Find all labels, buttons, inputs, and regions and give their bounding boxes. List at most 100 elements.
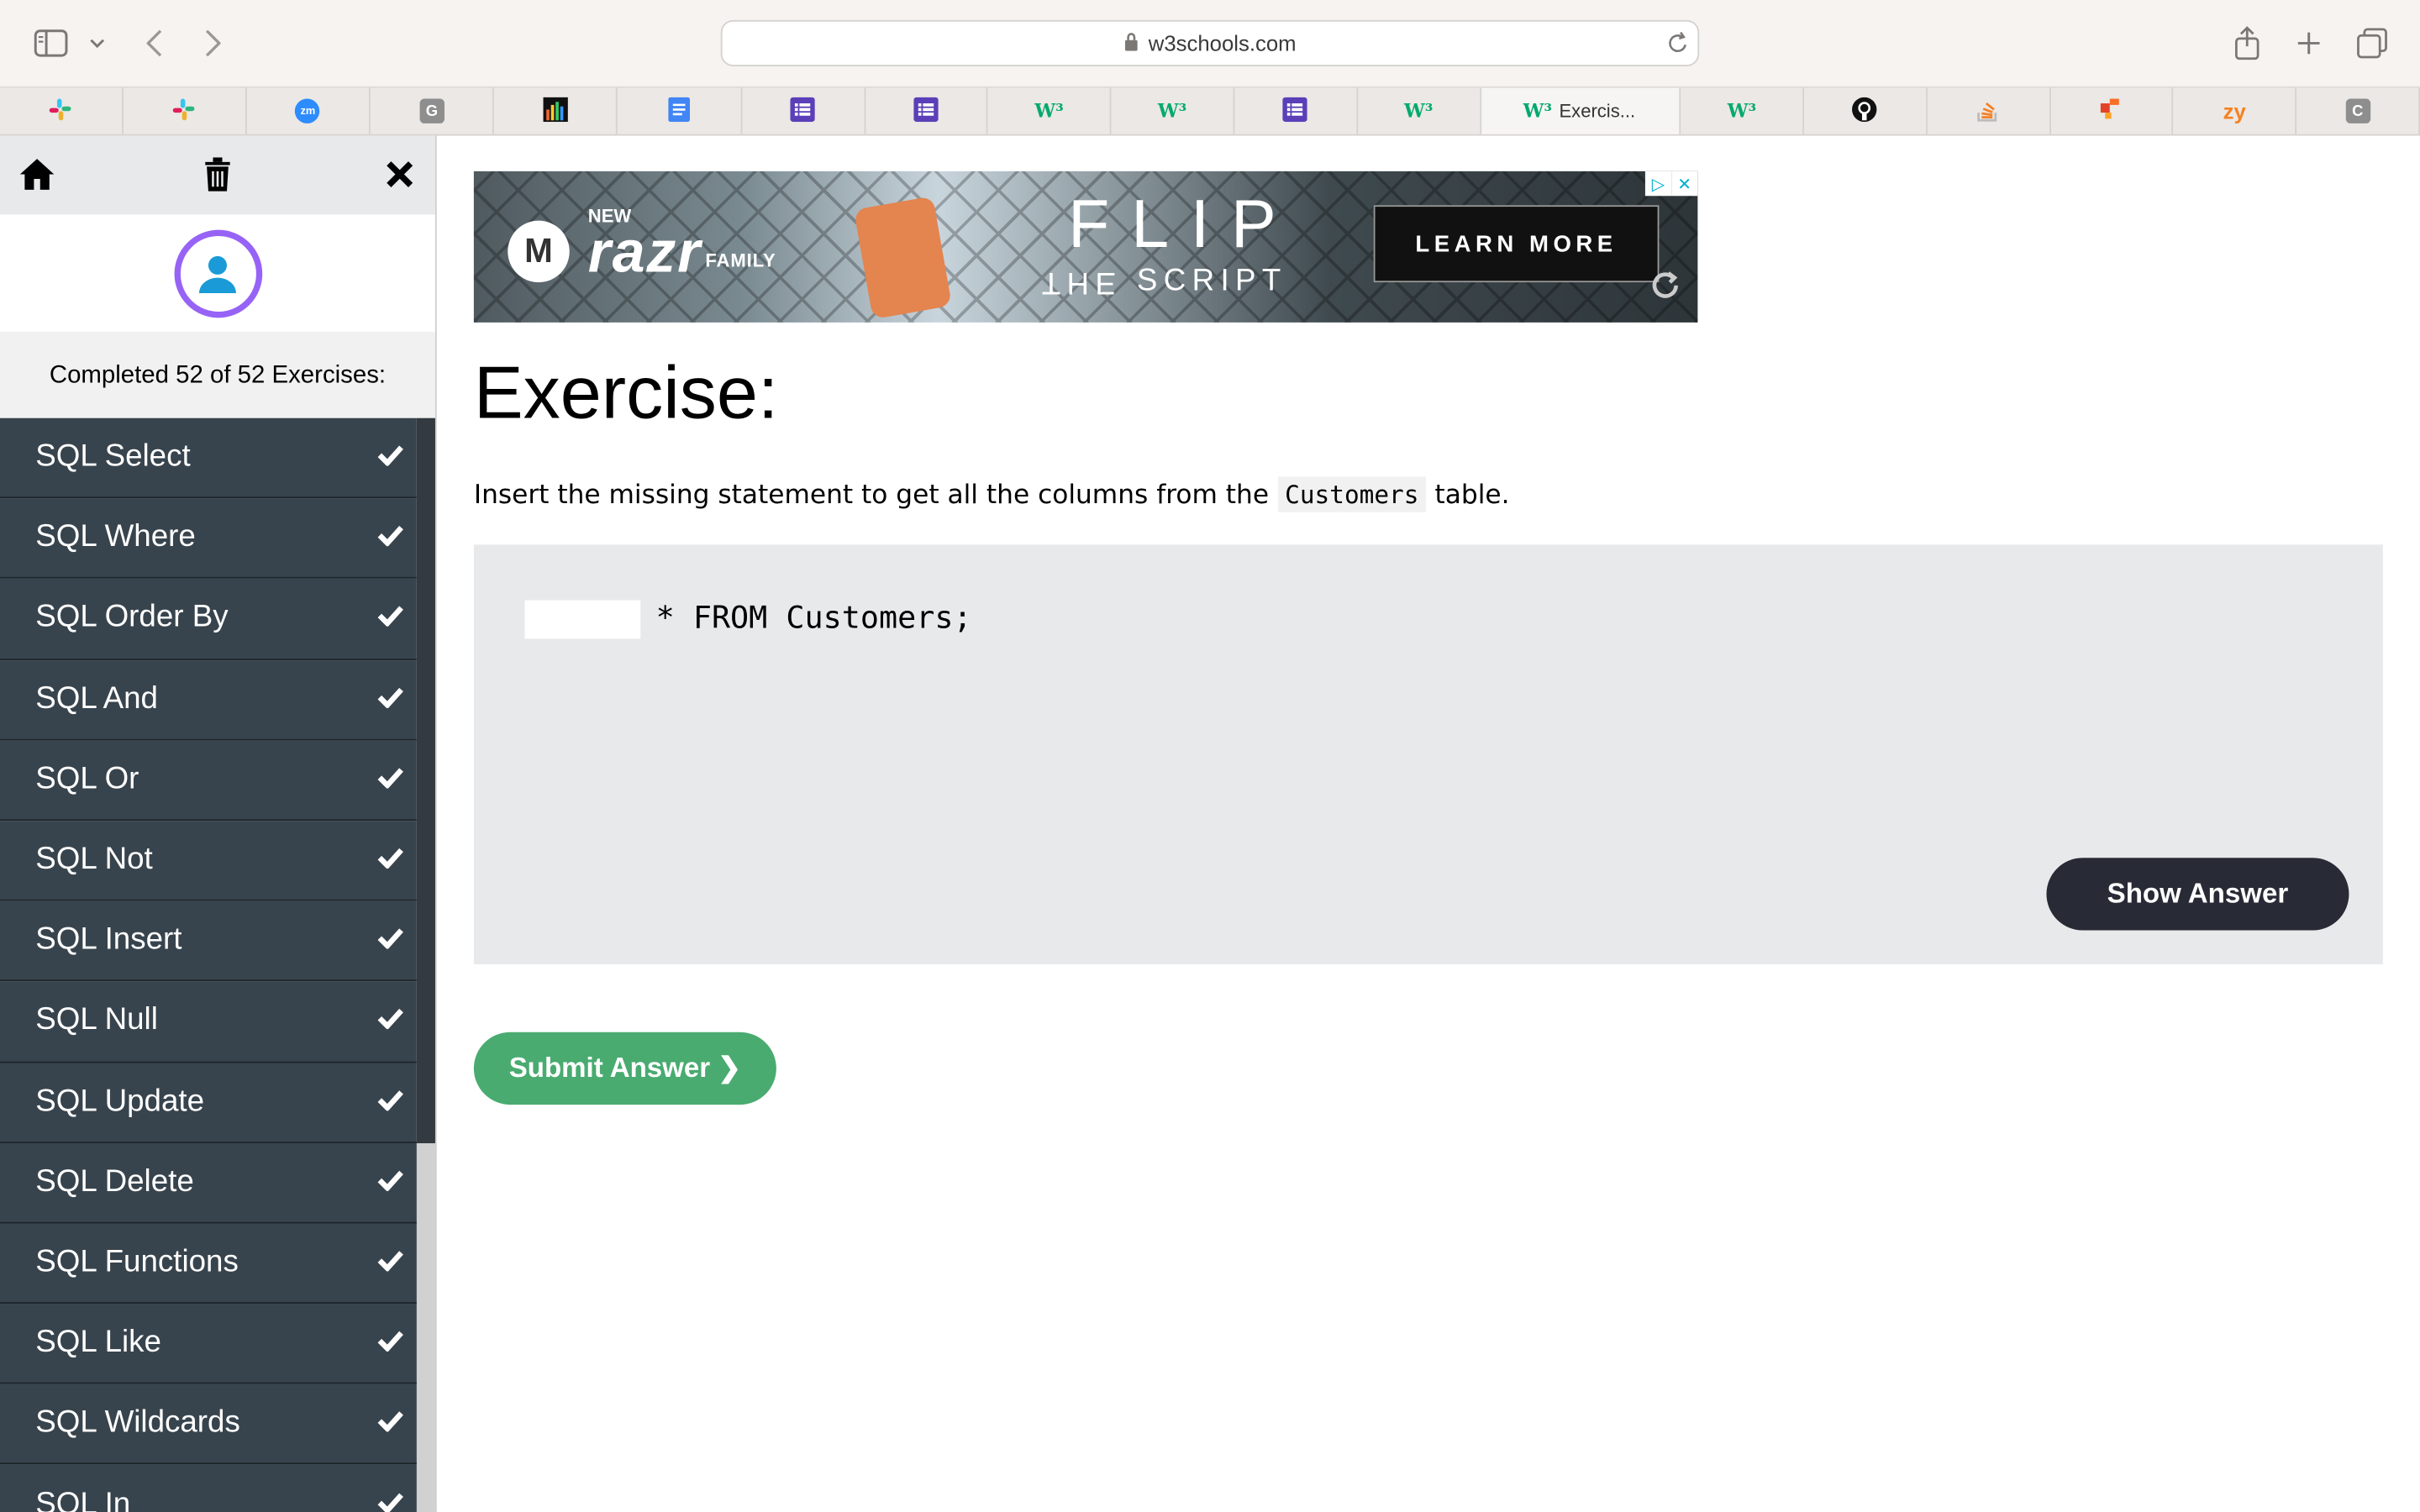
sidebar-item-sql-insert[interactable]: SQL Insert <box>0 900 417 982</box>
new-tab-icon[interactable] <box>2291 24 2328 61</box>
sidebar-item-label: SQL Select <box>35 439 191 475</box>
address-bar[interactable]: w3schools.com <box>720 19 1700 66</box>
zoom-icon: zm <box>295 98 321 123</box>
scrollbar-thumb[interactable] <box>416 417 435 1143</box>
w3schools-icon: W³ <box>1404 100 1434 123</box>
sidebar-item-sql-not[interactable]: SQL Not <box>0 821 417 901</box>
slack-icon <box>171 97 196 126</box>
sidebar-item-label: SQL Null <box>35 1003 158 1038</box>
tab-c[interactable]: C <box>2296 87 2420 134</box>
sidebar-item-sql-update[interactable]: SQL Update <box>0 1062 417 1143</box>
code-box: * FROM Customers; Show Answer <box>473 544 2383 964</box>
tab-w3-4[interactable]: W³ <box>1681 87 1805 134</box>
sidebar-item-sql-and[interactable]: SQL And <box>0 659 417 741</box>
check-icon <box>376 1004 404 1039</box>
sidebar-item-label: SQL Like <box>35 1326 161 1360</box>
browser-toolbar: w3schools.com <box>0 0 2420 88</box>
exercise-title: Exercise: <box>473 353 779 435</box>
sidebar-item-label: SQL Not <box>35 842 153 877</box>
back-icon[interactable] <box>139 24 170 61</box>
w3schools-icon: W³ <box>1157 100 1187 123</box>
ad-family-label: FAMILY <box>705 249 776 272</box>
reload-icon[interactable] <box>1667 31 1689 60</box>
forward-icon[interactable] <box>197 24 229 61</box>
ad-subline: THE SCRIPT <box>1042 264 1287 299</box>
tab-stackoverflow[interactable] <box>1928 87 2051 134</box>
sidebar-item-label: SQL In <box>35 1486 131 1512</box>
share-icon[interactable] <box>2228 22 2265 65</box>
tab-w3-3[interactable]: W³ <box>1358 87 1481 134</box>
ad-subline-text: SCRIPT <box>1136 264 1287 298</box>
sidebar-item-label: SQL Order By <box>35 601 229 635</box>
description-text-end: table. <box>1426 480 1510 511</box>
tab-github[interactable] <box>1804 87 1928 134</box>
tab-docs[interactable] <box>618 87 743 134</box>
show-answer-button[interactable]: Show Answer <box>2046 858 2349 931</box>
ad-headline: FLIP <box>1067 186 1298 263</box>
tab-slack-2[interactable] <box>124 87 247 134</box>
chevron-down-icon[interactable] <box>83 28 111 59</box>
tab-slack-1[interactable] <box>0 87 124 134</box>
main-content: M NEW razr FAMILY FLIP THE SCRIPT LEARN … <box>436 135 2420 1512</box>
tab-list-1[interactable] <box>742 87 865 134</box>
sidebar-item-label: SQL And <box>35 681 158 716</box>
user-icon <box>198 255 237 293</box>
check-icon <box>376 601 404 636</box>
ad-choices-icon[interactable]: ▷ <box>1644 171 1672 197</box>
tab-gitlab[interactable] <box>2050 87 2174 134</box>
tab-w3-1[interactable]: W³ <box>988 87 1112 134</box>
check-icon <box>376 681 404 717</box>
w3schools-icon: W³ <box>1034 100 1064 123</box>
sidebar-item-sql-wildcards[interactable]: SQL Wildcards <box>0 1383 417 1465</box>
description-text: Insert the missing statement to get all … <box>473 480 1277 511</box>
tab-exercise-active[interactable]: W³ Exercis... <box>1481 87 1681 134</box>
tab-zy[interactable]: zy <box>2174 87 2297 134</box>
check-icon <box>376 923 404 958</box>
avatar-area <box>0 214 435 332</box>
ad-learn-more-button[interactable]: LEARN MORE <box>1373 205 1660 283</box>
tab-list-2[interactable] <box>865 87 989 134</box>
tab-g[interactable]: G <box>371 87 495 134</box>
sidebar-item-sql-like[interactable]: SQL Like <box>0 1304 417 1384</box>
gitlab-icon <box>2100 97 2123 124</box>
tab-list-3[interactable] <box>1234 87 1358 134</box>
tab-w3-2[interactable]: W³ <box>1112 87 1235 134</box>
close-icon[interactable] <box>380 155 420 195</box>
tab-title: Exercis... <box>1559 100 1636 123</box>
sidebar-item-sql-in[interactable]: SQL In <box>0 1464 417 1512</box>
sidebar-item-sql-functions[interactable]: SQL Functions <box>0 1223 417 1305</box>
ad-refresh-icon <box>1649 269 1682 311</box>
ad-banner[interactable]: M NEW razr FAMILY FLIP THE SCRIPT LEARN … <box>473 171 1698 323</box>
sidebar-item-sql-where[interactable]: SQL Where <box>0 498 417 580</box>
tab-overview-icon[interactable] <box>2352 24 2392 61</box>
zy-icon: zy <box>2223 98 2246 123</box>
avatar[interactable] <box>173 228 262 318</box>
check-icon <box>376 1084 404 1119</box>
bar-chart-icon <box>542 96 568 126</box>
ad-close-icon[interactable]: ✕ <box>1671 171 1698 197</box>
check-icon <box>376 1245 404 1280</box>
sidebar-item-label: SQL Where <box>35 520 196 554</box>
sidebar-item-sql-delete[interactable]: SQL Delete <box>0 1142 417 1224</box>
sidebar-item-label: SQL Or <box>35 762 139 796</box>
check-icon <box>376 843 404 878</box>
ad-brand: razr <box>587 220 702 286</box>
list-doc-icon <box>1282 96 1308 126</box>
sidebar-item-label: SQL Update <box>35 1084 205 1118</box>
ad-choices[interactable]: ▷ ✕ <box>1644 171 1698 197</box>
w3schools-icon: W³ <box>1727 100 1757 123</box>
answer-input[interactable] <box>524 600 641 639</box>
sidebar-toggle-icon[interactable] <box>31 24 71 61</box>
submit-answer-button[interactable]: Submit Answer ❯ <box>473 1032 776 1105</box>
list-doc-icon <box>790 96 816 126</box>
sidebar-item-sql-select[interactable]: SQL Select <box>0 417 417 499</box>
exercise-list: SQL Select SQL Where SQL Order By SQL An… <box>0 417 417 1512</box>
tab-chart[interactable] <box>494 87 618 134</box>
sidebar-item-sql-null[interactable]: SQL Null <box>0 981 417 1063</box>
sidebar-item-sql-or[interactable]: SQL Or <box>0 740 417 822</box>
home-icon[interactable] <box>17 155 57 195</box>
sidebar-item-sql-order-by[interactable]: SQL Order By <box>0 579 417 660</box>
trash-icon[interactable] <box>197 155 238 195</box>
tab-zoom[interactable]: zm <box>246 87 371 134</box>
sidebar-scrollbar[interactable] <box>416 417 435 1512</box>
